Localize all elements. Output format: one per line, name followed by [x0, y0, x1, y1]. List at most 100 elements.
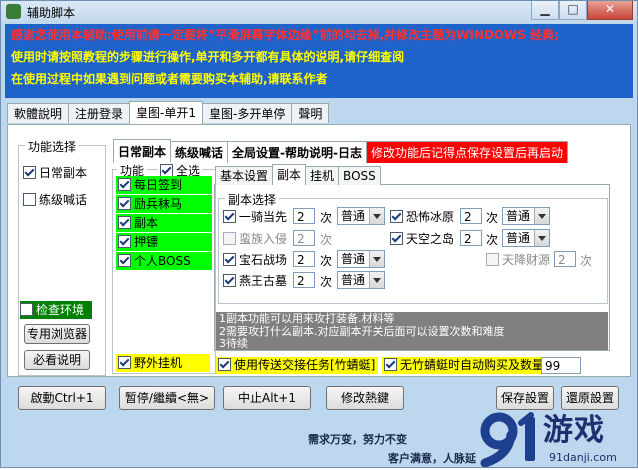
checkbox-icon	[390, 210, 403, 223]
checkbox-icon	[384, 358, 397, 371]
checkbox-icon	[23, 193, 36, 206]
save-settings-button[interactable]: 保存設置	[496, 386, 554, 410]
count-input[interactable]: 2	[293, 251, 315, 267]
select-value: 普通	[341, 209, 366, 223]
checkbox-icon	[486, 253, 499, 266]
dungeon-toggle-yiqidangxian[interactable]: 一骑当先	[223, 208, 287, 225]
tab-multi-open[interactable]: 皇图-多开单停	[202, 103, 293, 123]
dungeon-name: 蛮族入侵	[239, 232, 288, 246]
count-input[interactable]: 2	[293, 272, 315, 288]
auto-buy-qty-input[interactable]: 99	[541, 357, 581, 374]
count-input[interactable]: 2	[293, 208, 315, 224]
tab-dungeon[interactable]: 副本	[272, 164, 307, 185]
checkbox-label: 日常副本	[39, 166, 88, 180]
tab-software-info[interactable]: 軟體說明	[7, 103, 70, 123]
tab-register-login[interactable]: 注册登录	[68, 103, 131, 123]
info-line: 1副本功能可以用来攻打装备.材料等	[219, 312, 395, 325]
dungeon-toggle-kongbu[interactable]: 恐怖冰原	[390, 208, 454, 225]
unit-label: 次	[320, 233, 333, 247]
transfer-task-checkbox[interactable]: 使用传送交接任务[竹蜻蜓]	[216, 357, 379, 374]
unit-label: 次	[320, 254, 333, 268]
func-item-troops[interactable]: 励兵秣马	[116, 195, 212, 213]
count-input[interactable]: 2	[554, 251, 576, 267]
checkbox-icon	[223, 210, 236, 223]
leveling-shout-checkbox[interactable]: 练级喊话	[23, 191, 87, 208]
checkbox-label: 练级喊话	[39, 193, 88, 207]
dungeon-name: 一骑当先	[239, 210, 288, 224]
dungeon-toggle-yanwang[interactable]: 燕王古墓	[223, 272, 287, 289]
checkbox-icon	[20, 303, 33, 316]
dungeon-name: 恐怖冰原	[406, 210, 455, 224]
close-button[interactable]: ✕	[587, 1, 633, 20]
tab-boss[interactable]: BOSS	[338, 166, 381, 185]
window-title: 辅助脚本	[27, 6, 76, 20]
dropdown-arrow-icon	[369, 272, 384, 288]
count-input[interactable]: 2	[460, 230, 482, 246]
select-value: 普通	[341, 273, 366, 287]
checkbox-label: 野外挂机	[134, 356, 183, 370]
wild-hang-checkbox[interactable]: 野外挂机	[116, 354, 210, 372]
checkbox-icon	[118, 235, 131, 248]
checkbox-icon	[223, 232, 236, 245]
checkbox-icon	[118, 216, 131, 229]
restore-settings-button[interactable]: 還原設置	[561, 386, 619, 410]
difficulty-select[interactable]: 普通	[337, 207, 385, 225]
func-item-label: 押镖	[134, 235, 159, 249]
logo-text: 游戏	[543, 413, 605, 448]
tab-hang[interactable]: 挂机	[305, 166, 340, 185]
checkbox-icon	[223, 253, 236, 266]
app-icon	[6, 4, 21, 19]
tab-global-settings[interactable]: 全局设置-帮助说明-日志	[227, 141, 367, 163]
func-item-label: 每日签到	[134, 178, 183, 192]
difficulty-select[interactable]: 普通	[502, 207, 550, 225]
unit-label: 次	[320, 211, 333, 225]
tab-leveling-shout[interactable]: 练级喊话	[170, 141, 229, 163]
func-item-escort[interactable]: 押镖	[116, 233, 212, 251]
notice-line: 使用时请按照教程的步骤进行操作,单开和多开都有具体的说明,请仔细查阅	[11, 50, 405, 64]
browser-button[interactable]: 专用浏览器	[24, 324, 90, 344]
count-input[interactable]: 2	[293, 230, 315, 246]
pause-button[interactable]: 暂停/繼續<無>	[119, 386, 215, 410]
footer-slogan: 需求万变，努力不变	[308, 433, 407, 446]
dungeon-toggle-manzu[interactable]: 蛮族入侵	[223, 230, 287, 247]
difficulty-select[interactable]: 普通	[337, 250, 385, 268]
main-tab-bar: 軟體說明 注册登录 皇图-单开1 皇图-多开单停 聲明	[7, 101, 330, 125]
edit-hotkey-button[interactable]: 修改熱鍵	[326, 386, 404, 410]
difficulty-select[interactable]: 普通	[337, 271, 385, 289]
select-value: 普通	[506, 231, 531, 245]
select-value: 普通	[341, 252, 366, 266]
unit-label: 次	[486, 211, 499, 225]
checkbox-icon	[390, 232, 403, 245]
notice-line: 在使用过程中如果遇到问题或者需要购买本辅助,请联系作者	[11, 72, 328, 86]
stop-button[interactable]: 中止Alt+1	[223, 386, 311, 410]
tab-basic-settings[interactable]: 基本设置	[215, 166, 274, 185]
dungeon-toggle-tiankong[interactable]: 天空之岛	[390, 230, 454, 247]
check-env-checkbox[interactable]: 检查环境	[20, 301, 92, 319]
checkbox-label: 检查环境	[36, 303, 85, 317]
count-input[interactable]: 2	[460, 208, 482, 224]
difficulty-select[interactable]: 普通	[502, 229, 550, 247]
func-item-dungeon[interactable]: 副本	[116, 214, 212, 232]
app-window: 辅助脚本 ▁ □ ✕ 感谢您使用本辅助:使用前请一定要将”平滑屏幕字体边缘”前的…	[0, 0, 638, 468]
maximize-button[interactable]: □	[559, 1, 587, 20]
func-item-sign-in[interactable]: 每日签到	[116, 176, 212, 194]
dungeon-toggle-baoshi[interactable]: 宝石战场	[223, 251, 287, 268]
info-line: 2需要攻打什么副本.对应副本开关后面可以设置次数和难度	[219, 324, 505, 338]
logo-url: 91danji.com	[549, 451, 617, 464]
site-logo: 游戏 91danji.com	[471, 411, 637, 468]
dungeon-toggle-tianjiang[interactable]: 天降财源	[486, 251, 550, 268]
unit-label: 次	[486, 233, 499, 247]
minimize-button[interactable]: ▁	[531, 1, 559, 20]
func-item-personal-boss[interactable]: 个人BOSS	[116, 252, 212, 270]
tab-statement[interactable]: 聲明	[291, 103, 330, 123]
auto-buy-checkbox[interactable]: 无竹蜻蜓时自动购买及数量	[382, 357, 548, 374]
func-list: 每日签到 励兵秣马 副本 押镖 个人BOSS	[116, 176, 212, 274]
func-select-title: 功能选择	[25, 138, 80, 155]
must-read-button[interactable]: 必看说明	[24, 350, 90, 370]
sub-tab-bar: 日常副本 练级喊话 全局设置-帮助说明-日志 修改功能后记得点保存设置后再启动	[113, 139, 569, 163]
checkbox-icon	[23, 166, 36, 179]
tab-single-open[interactable]: 皇图-单开1	[129, 101, 203, 124]
tab-daily-dungeon[interactable]: 日常副本	[113, 139, 172, 163]
start-button[interactable]: 啟動Ctrl+1	[18, 386, 106, 410]
daily-dungeon-checkbox[interactable]: 日常副本	[23, 164, 87, 181]
